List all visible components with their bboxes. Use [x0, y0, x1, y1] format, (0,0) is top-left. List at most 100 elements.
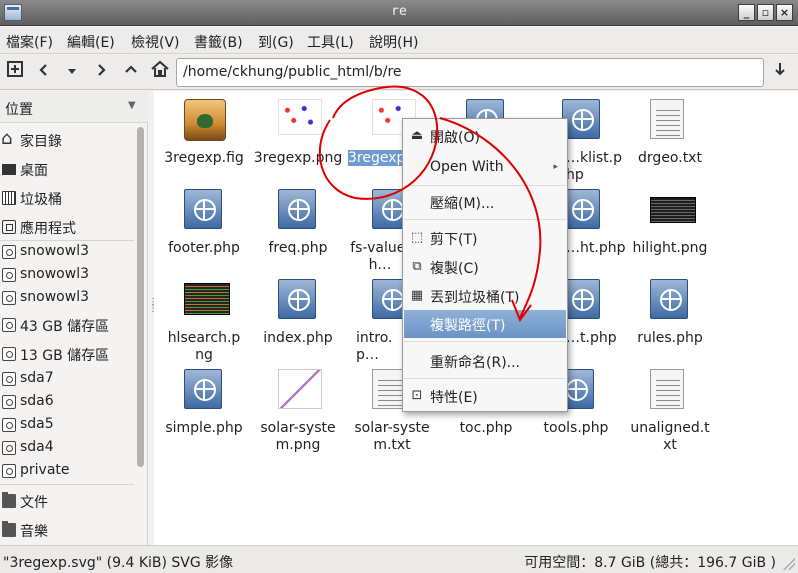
menu-item-label: 剪下(T) [430, 232, 478, 248]
menu-file[interactable]: 檔案(F) [6, 32, 53, 52]
back-icon[interactable] [32, 60, 56, 84]
file-name: …klist.php [566, 150, 623, 183]
toolbar: /home/ckhung/public_html/b/re [0, 55, 798, 90]
sidebar-item-label: sda4 [20, 439, 54, 455]
file-item[interactable]: 3regexp.fig [156, 93, 252, 173]
sidebar-item-label: 13 GB 儲存區 [20, 348, 110, 364]
sidebar-item-label: 桌面 [20, 163, 48, 179]
file-name: 3regexp.svg [348, 150, 404, 166]
home-icon[interactable] [148, 60, 172, 84]
file-name: index.php [263, 330, 333, 346]
php-file-icon [278, 189, 316, 229]
sidebar-item-home[interactable]: 家目錄 [0, 128, 134, 151]
location-input[interactable]: /home/ckhung/public_html/b/re [176, 58, 764, 87]
title-bar: re _ ▫ × [0, 0, 798, 26]
file-name: tools.php [543, 420, 609, 436]
close-button[interactable]: × [776, 4, 793, 21]
drive-icon [2, 245, 16, 259]
menu-item-rename[interactable]: 重新命名(R)... [404, 347, 566, 375]
sidebar-separator [0, 484, 134, 485]
sidebar-item-private[interactable]: private [0, 460, 134, 482]
sidebar-item-label: snowowl3 [20, 243, 89, 259]
menu-item-copy-path[interactable]: 複製路徑(T) [404, 310, 566, 338]
menu-edit[interactable]: 編輯(E) [67, 32, 115, 52]
file-name: solar-system.png [260, 420, 336, 453]
chevron-down-icon[interactable]: ▼ [128, 100, 136, 111]
menu-item-label: 開啟(O) [430, 130, 480, 146]
trash-icon: ▦ [410, 288, 424, 303]
sidebar-item-snowowl3[interactable]: snowowl3 [0, 241, 134, 263]
sidebar-item-trash[interactable]: 垃圾桶 [0, 187, 134, 209]
menu-help[interactable]: 說明(H) [369, 32, 418, 52]
menu-item-open[interactable]: ⏏ 開啟(O) [404, 122, 566, 150]
maximize-button[interactable]: ▫ [757, 4, 774, 21]
menu-tools[interactable]: 工具(L) [307, 32, 354, 52]
menu-item-move-to-trash[interactable]: ▦ 丟到垃圾桶(T) [404, 282, 566, 310]
menu-view[interactable]: 檢視(V) [131, 32, 180, 52]
sidebar-item-sda5[interactable]: sda5 [0, 414, 134, 436]
window-title: re [391, 4, 407, 19]
sidebar-item-documents[interactable]: 文件 [0, 490, 134, 512]
file-name: …ht.php [566, 240, 626, 256]
file-name: …t.php [566, 330, 617, 346]
sidebar-item-snowowl3[interactable]: snowowl3 [0, 287, 134, 309]
sidebar-header[interactable]: 位置 ▼ [0, 91, 148, 123]
drive-icon [2, 372, 16, 386]
menu-item-properties[interactable]: ⊡ 特性(E) [404, 382, 566, 410]
sidebar-scrollbar[interactable] [134, 125, 146, 543]
file-name: rules.php [637, 330, 703, 346]
image-thumbnail-icon [278, 369, 322, 409]
sidebar-item-13gb-volume[interactable]: 13 GB 儲存區 [0, 343, 134, 365]
menu-item-label: 特性(E) [430, 390, 478, 406]
text-file-icon [650, 369, 684, 409]
file-item[interactable]: simple.php [156, 363, 252, 443]
minimize-button[interactable]: _ [738, 4, 755, 21]
sidebar-item-desktop[interactable]: 桌面 [0, 158, 134, 180]
menu-item-open-with[interactable]: Open With ▸ [404, 154, 566, 182]
forward-icon[interactable] [89, 60, 113, 84]
drive-icon [2, 395, 16, 409]
file-item[interactable]: hilight.png [622, 183, 718, 263]
sidebar-item-43gb-volume[interactable]: 43 GB 儲存區 [0, 314, 134, 336]
menu-separator [404, 378, 566, 379]
file-item[interactable]: unaligned.txt [622, 363, 718, 453]
drive-icon [2, 347, 16, 361]
sidebar-item-sda7[interactable]: sda7 [0, 368, 134, 390]
text-file-icon [650, 99, 684, 139]
folder-icon [2, 521, 16, 537]
up-icon[interactable] [119, 60, 143, 84]
sidebar-item-label: 文件 [20, 495, 48, 511]
menu-separator [404, 185, 566, 186]
file-item[interactable]: freq.php [250, 183, 346, 263]
file-name: drgeo.txt [638, 150, 702, 166]
drive-icon [2, 418, 16, 432]
sidebar-item-music[interactable]: 音樂 [0, 519, 134, 541]
sidebar-item-label: snowowl3 [20, 289, 89, 305]
status-bar: "3regexp.svg" (9.4 KiB) SVG 影像 可用空間：8.7 … [0, 545, 798, 573]
go-icon[interactable] [768, 60, 792, 84]
file-item[interactable]: hlsearch.png [156, 273, 252, 363]
file-name: footer.php [168, 240, 240, 256]
resize-grip-icon[interactable] [783, 558, 795, 570]
menu-bookmarks[interactable]: 書籤(B) [194, 32, 243, 52]
menu-item-cut[interactable]: ⬚ 剪下(T) [404, 224, 566, 252]
sidebar-scrollbar-thumb[interactable] [137, 127, 144, 467]
file-item[interactable]: rules.php [622, 273, 718, 353]
menu-go[interactable]: 到(G) [258, 32, 294, 52]
sidebar-item-snowowl3[interactable]: snowowl3 [0, 264, 134, 286]
file-item[interactable]: 3regexp.png [250, 93, 346, 173]
menu-item-label: 複製(C) [430, 261, 479, 277]
menu-item-copy[interactable]: ⧉ 複製(C) [404, 253, 566, 281]
sidebar-item-sda6[interactable]: sda6 [0, 391, 134, 413]
sidebar-item-applications[interactable]: 應用程式 [0, 216, 134, 238]
file-item[interactable]: footer.php [156, 183, 252, 263]
menu-bar: 檔案(F) 編輯(E) 檢視(V) 書籤(B) 到(G) 工具(L) 說明(H) [0, 27, 798, 54]
new-tab-icon[interactable] [3, 60, 27, 84]
file-item[interactable]: drgeo.txt [622, 93, 718, 173]
history-dropdown-icon[interactable] [60, 60, 84, 84]
file-item[interactable]: solar-system.png [250, 363, 346, 453]
sidebar-item-sda4[interactable]: sda4 [0, 437, 134, 459]
menu-item-compress[interactable]: 壓縮(M)... [404, 188, 566, 216]
file-item[interactable]: index.php [250, 273, 346, 353]
menu-separator [404, 219, 566, 220]
